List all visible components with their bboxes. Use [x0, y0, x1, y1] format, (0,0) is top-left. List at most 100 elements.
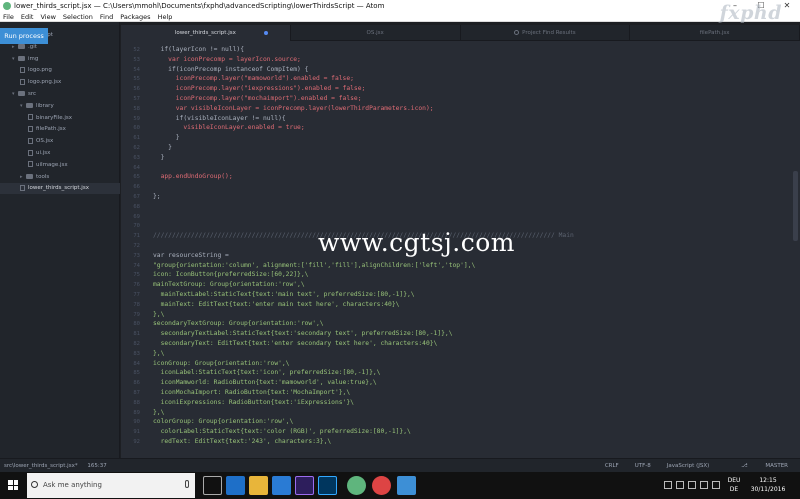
microphone-icon[interactable]: [185, 480, 189, 488]
line-number: 92: [133, 439, 140, 445]
menu-find[interactable]: Find: [100, 12, 113, 21]
tree-file[interactable]: binaryFile.jsx: [0, 113, 72, 124]
tree-file[interactable]: OS.jsx: [0, 136, 53, 147]
file-icon: [28, 149, 33, 156]
tree-folder[interactable]: ▸ tools: [0, 172, 49, 183]
atom-app-icon: [3, 2, 11, 10]
tree-file[interactable]: logo.png: [0, 65, 52, 76]
clock-time: 12:15: [759, 477, 777, 484]
input-language[interactable]: DEU DE: [724, 476, 744, 494]
modified-indicator-icon: [263, 31, 268, 35]
status-git-branch[interactable]: ⎇ MASTER: [725, 459, 788, 473]
file-explorer-icon[interactable]: [249, 476, 268, 495]
code-line[interactable]: 92 redText: EditText{text:'243', charact…: [121, 437, 791, 448]
file-icon: [20, 78, 25, 85]
file-icon: [20, 66, 25, 73]
tree-item-label: logo.png: [28, 67, 52, 74]
volume-icon[interactable]: [688, 481, 696, 489]
git-branch-icon: ⎇: [741, 463, 750, 469]
tree-item-label: src: [28, 91, 37, 97]
file-icon: [28, 161, 33, 168]
code-text: redText: EditText{text:'243', characters…: [153, 438, 332, 445]
status-cursor-position[interactable]: 165:37: [87, 463, 106, 469]
after-effects-icon[interactable]: [295, 476, 314, 495]
language-code: DEU: [727, 477, 741, 484]
file-icon: [28, 125, 33, 132]
folder-icon: [26, 173, 33, 179]
tree-file[interactable]: lower_thirds_script.jsx: [0, 183, 120, 195]
tab-0[interactable]: lower_thirds_script.jsx: [121, 25, 291, 41]
file-icon: [20, 184, 25, 191]
store-icon[interactable]: [272, 476, 291, 495]
folder-icon: [18, 43, 25, 49]
tab-label: OS.jsx: [366, 30, 384, 36]
photoshop-icon[interactable]: [318, 476, 337, 495]
tree-folder[interactable]: ▾ src: [0, 89, 36, 100]
git-branch-label: MASTER: [765, 463, 788, 469]
tab-label: filePath.jsx: [699, 30, 730, 36]
atom-taskbar-icon[interactable]: [347, 476, 366, 495]
menu-view[interactable]: View: [40, 12, 55, 21]
status-file-path[interactable]: src\lower_thirds_script.jsx*: [4, 463, 78, 469]
chrome-icon[interactable]: [372, 476, 391, 495]
tree-file[interactable]: filePath.jsx: [0, 124, 66, 135]
start-button[interactable]: [0, 472, 26, 499]
edge-browser-icon[interactable]: [226, 476, 245, 495]
app-icon[interactable]: [397, 476, 416, 495]
tree-file[interactable]: logo.png.jsx: [0, 77, 61, 88]
tree-item-label: library: [36, 102, 54, 109]
windows-taskbar: Ask me anything DEU DE 12:15 30/11/2016: [0, 472, 800, 499]
status-bar: src\lower_thirds_script.jsx* 165:37 CRLF…: [0, 458, 800, 472]
status-grammar[interactable]: JavaScript (JSX): [667, 459, 710, 473]
tree-file[interactable]: ui.jsx: [0, 148, 50, 159]
tray-chevron-icon[interactable]: [664, 481, 672, 489]
status-encoding[interactable]: UTF-8: [635, 459, 651, 473]
window-titlebar: lower_thirds_script.jsx — C:\Users\mmohl…: [0, 0, 800, 12]
tree-folder[interactable]: ▾ library: [0, 101, 54, 112]
tree-view: Run process ▾ThirdsScript▸.git▾imglogo.p…: [0, 22, 120, 458]
network-icon[interactable]: [676, 481, 684, 489]
tab-label: Project Find Results: [522, 30, 576, 36]
menu-bar: File Edit View Selection Find Packages H…: [0, 12, 800, 22]
keyboard-icon[interactable]: [712, 481, 720, 489]
windows-logo-icon: [8, 480, 18, 490]
status-line-ending[interactable]: CRLF: [605, 459, 619, 473]
search-icon: [514, 30, 520, 35]
menu-file[interactable]: File: [3, 12, 14, 21]
taskbar-clock[interactable]: 12:15 30/11/2016: [750, 476, 786, 494]
tree-file[interactable]: uiImage.jsx: [0, 160, 68, 171]
tree-item-label: uiImage.jsx: [36, 161, 68, 168]
folder-icon: [18, 55, 25, 61]
battery-icon[interactable]: [700, 481, 708, 489]
file-icon: [28, 114, 33, 121]
editor-scrollbar[interactable]: [791, 41, 800, 458]
keyboard-layout: DE: [729, 486, 739, 493]
tab-1[interactable]: OS.jsx: [291, 25, 461, 41]
tab-2[interactable]: Project Find Results: [461, 25, 631, 41]
run-process-button[interactable]: Run process: [0, 28, 48, 44]
tree-item-label: filePath.jsx: [36, 126, 66, 133]
window-title: lower_thirds_script.jsx — C:\Users\mmohl…: [14, 2, 385, 10]
tree-item-label: ui.jsx: [36, 150, 51, 156]
tree-folder[interactable]: ▾ img: [0, 54, 38, 65]
folder-icon: [18, 91, 25, 96]
menu-help[interactable]: Help: [158, 12, 173, 21]
task-view-icon[interactable]: [203, 476, 222, 495]
menu-packages[interactable]: Packages: [120, 12, 150, 21]
menu-selection[interactable]: Selection: [63, 12, 93, 21]
tree-item-label: img: [28, 55, 39, 62]
taskbar-search-placeholder: Ask me anything: [43, 481, 102, 489]
taskbar-search-box[interactable]: Ask me anything: [27, 473, 195, 498]
tab-label: lower_thirds_script.jsx: [174, 30, 236, 36]
tree-item-label: logo.png.jsx: [28, 79, 62, 86]
folder-icon: [26, 102, 33, 108]
scrollbar-thumb[interactable]: [793, 171, 798, 241]
menu-edit[interactable]: Edit: [21, 12, 34, 21]
tab-3[interactable]: filePath.jsx: [630, 25, 800, 41]
tree-item-label: .git: [28, 43, 37, 50]
tree-item-label: binaryFile.jsx: [36, 114, 72, 121]
tab-bar: lower_thirds_script.jsx OS.jsx Project Fin…: [121, 25, 800, 41]
tree-item-label: OS.jsx: [36, 138, 54, 145]
site-watermark: www.cgtsj.com: [318, 228, 516, 257]
tree-item-label: tools: [36, 173, 50, 180]
